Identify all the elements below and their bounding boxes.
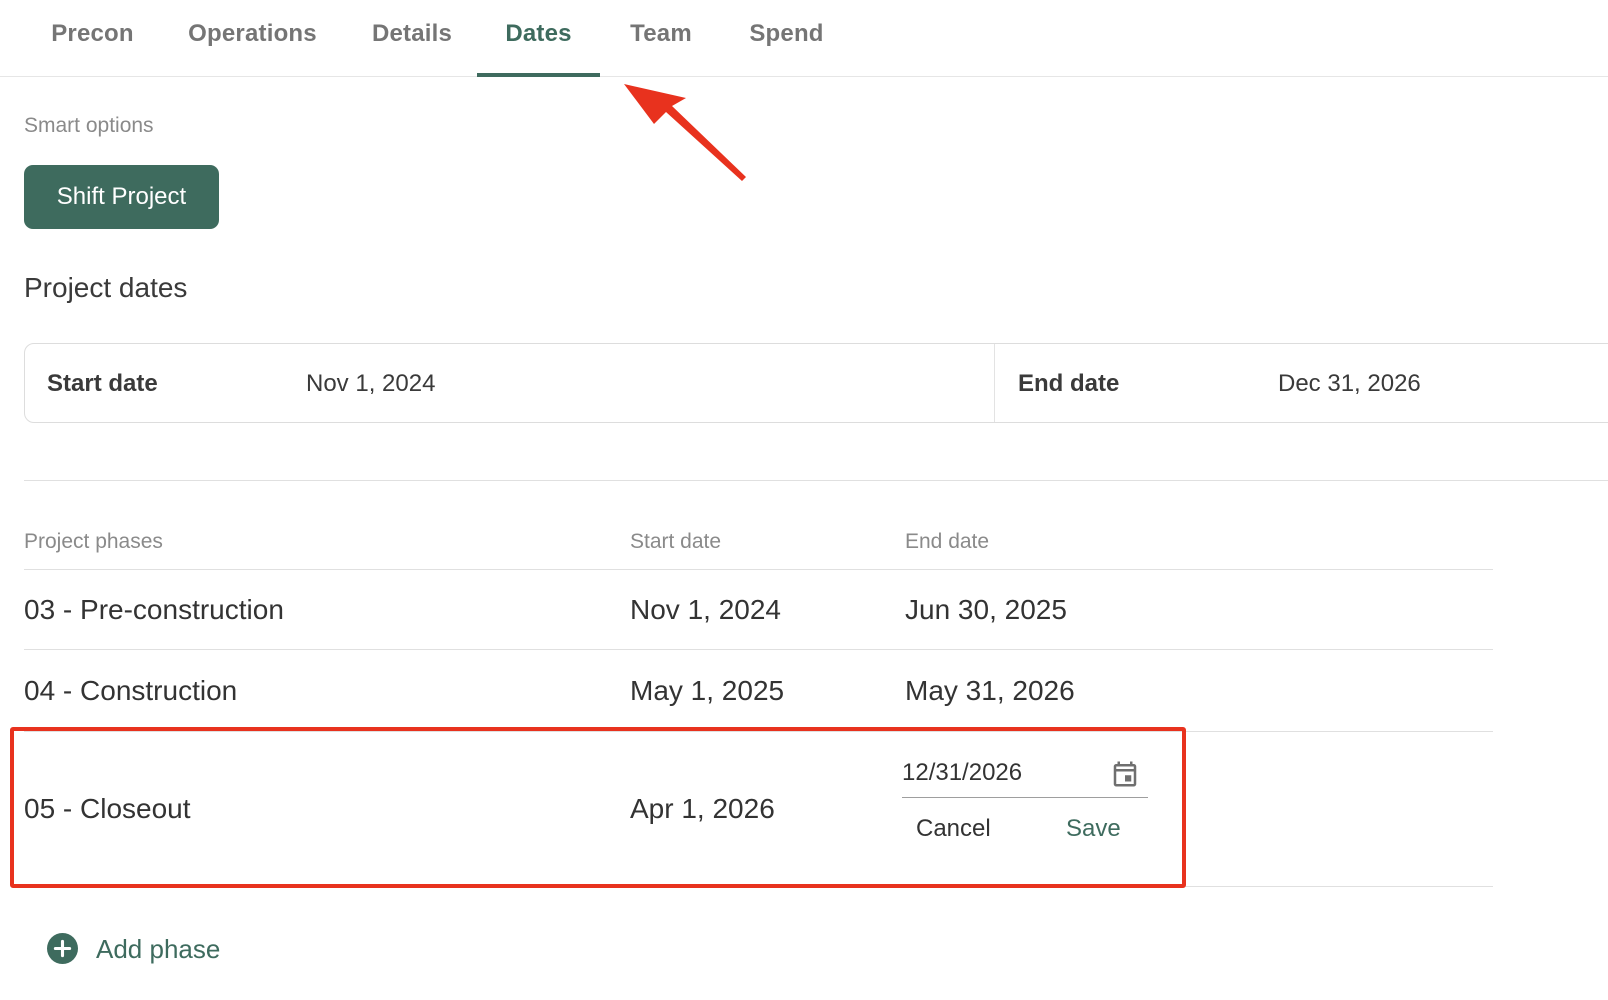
calendar-icon[interactable]	[1110, 758, 1140, 790]
phase-start: Nov 1, 2024	[630, 594, 781, 625]
phase-end[interactable]: May 31, 2026	[905, 675, 1075, 707]
active-tab-indicator	[477, 73, 600, 77]
tab-team[interactable]: Team	[622, 0, 700, 77]
tab-bar: Precon Operations Details Dates Team Spe…	[0, 0, 1608, 77]
section-divider	[24, 480, 1608, 481]
end-date-field	[902, 752, 1148, 798]
project-dates-title: Project dates	[24, 272, 188, 303]
table-divider	[24, 731, 1493, 732]
red-arrow-icon	[624, 84, 746, 181]
header-project-phases: Project phases	[24, 530, 163, 553]
card-divider	[994, 344, 995, 422]
phase-name: 03 - Pre-construction	[24, 594, 284, 625]
table-divider	[24, 886, 1493, 887]
save-button[interactable]: Save	[1066, 815, 1121, 843]
start-date-value: Nov 1, 2024	[306, 370, 436, 397]
header-end-date: End date	[905, 530, 990, 553]
phase-end[interactable]: Jun 30, 2025	[905, 594, 1067, 626]
tab-spend[interactable]: Spend	[744, 0, 829, 77]
phase-name: 05 - Closeout	[24, 793, 191, 824]
cancel-button[interactable]: Cancel	[916, 815, 991, 843]
end-date-input[interactable]	[902, 756, 1092, 790]
tab-precon[interactable]: Precon	[45, 0, 140, 77]
tab-details[interactable]: Details	[366, 0, 458, 77]
header-start-date: Start date	[630, 530, 722, 553]
end-date-label: End date	[1018, 370, 1120, 397]
start-date-label: Start date	[47, 370, 158, 397]
project-dates-card: Start date Nov 1, 2024 End date Dec 31, …	[24, 343, 1608, 423]
add-circle-icon	[47, 933, 78, 964]
tab-operations[interactable]: Operations	[185, 0, 320, 77]
phase-start: May 1, 2025	[630, 675, 785, 706]
phase-name: 04 - Construction	[24, 675, 238, 706]
smart-options-label: Smart options	[24, 114, 154, 137]
table-divider	[24, 649, 1493, 650]
phase-start: Apr 1, 2026	[630, 793, 775, 824]
table-divider	[24, 569, 1493, 570]
shift-project-button[interactable]: Shift Project	[24, 165, 219, 229]
add-phase-label: Add phase	[96, 934, 221, 964]
end-date-value: Dec 31, 2026	[1278, 370, 1421, 397]
tab-dates[interactable]: Dates	[477, 0, 600, 77]
